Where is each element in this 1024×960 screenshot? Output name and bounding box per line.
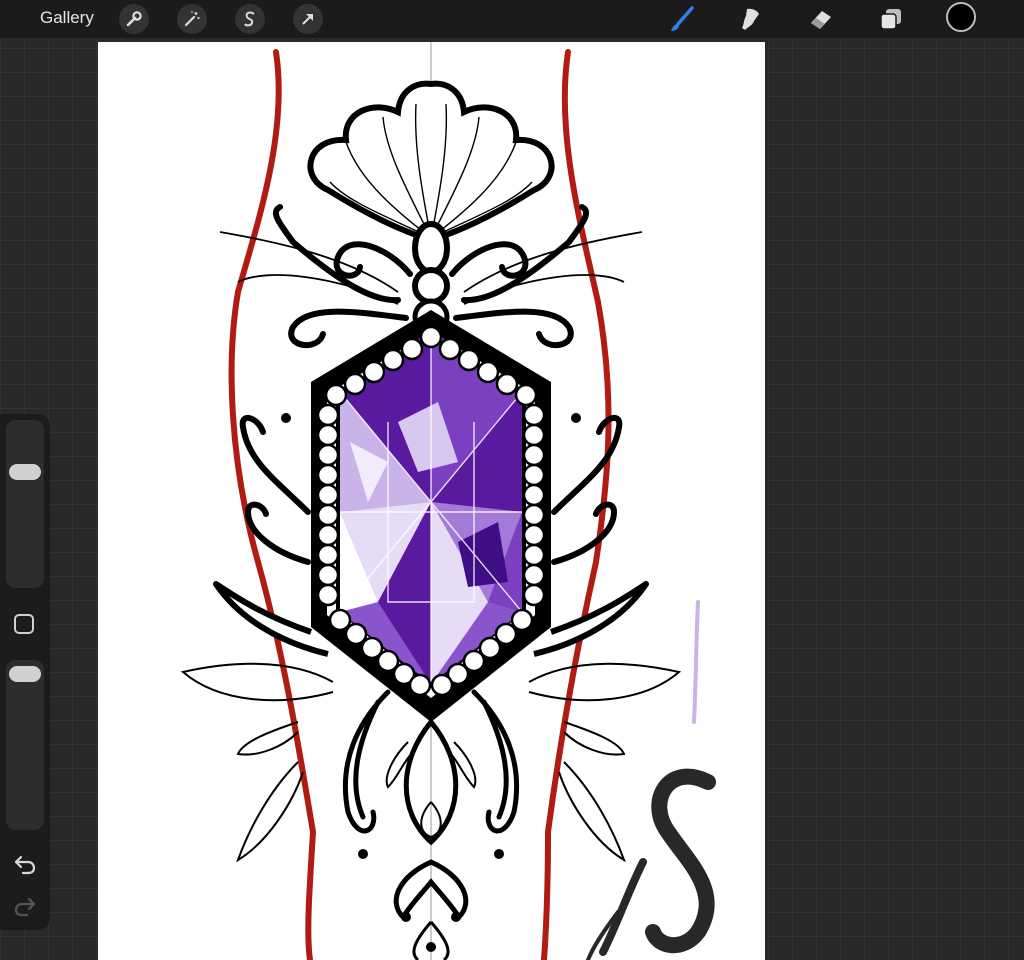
smudge-tool-button[interactable]	[735, 3, 767, 35]
redo-button[interactable]	[13, 894, 37, 918]
undo-icon	[14, 855, 36, 875]
selection-button[interactable]	[235, 4, 265, 34]
left-sidebar	[0, 414, 50, 930]
brush-tool-button[interactable]	[666, 3, 698, 35]
transform-arrow-icon	[302, 14, 313, 25]
top-toolbar: Gallery	[0, 0, 1024, 38]
layers-button[interactable]	[875, 3, 907, 35]
transform-button[interactable]	[293, 4, 323, 34]
magic-wand-icon	[184, 11, 200, 27]
airbrush-scribble	[586, 768, 716, 960]
tattoo-artwork	[180, 42, 716, 960]
wrench-icon	[126, 11, 142, 27]
drawing-canvas[interactable]	[98, 42, 765, 960]
gallery-button[interactable]: Gallery	[40, 8, 94, 28]
brush-icon	[671, 6, 694, 31]
color-picker-button[interactable]	[946, 2, 976, 32]
modify-button[interactable]	[14, 614, 34, 634]
shell-fan	[307, 80, 555, 244]
opacity-slider[interactable]	[6, 660, 44, 830]
smudge-icon	[742, 8, 759, 30]
brush-size-thumb[interactable]	[9, 464, 41, 480]
brush-size-slider[interactable]	[6, 420, 44, 588]
opacity-thumb[interactable]	[9, 666, 41, 682]
adjustments-button[interactable]	[177, 4, 207, 34]
actions-button[interactable]	[119, 4, 149, 34]
undo-button[interactable]	[13, 852, 37, 876]
redo-icon	[14, 897, 36, 917]
layers-icon	[880, 9, 901, 30]
selection-s-icon	[244, 11, 255, 27]
eraser-tool-button[interactable]	[805, 3, 837, 35]
eraser-icon	[811, 11, 831, 29]
